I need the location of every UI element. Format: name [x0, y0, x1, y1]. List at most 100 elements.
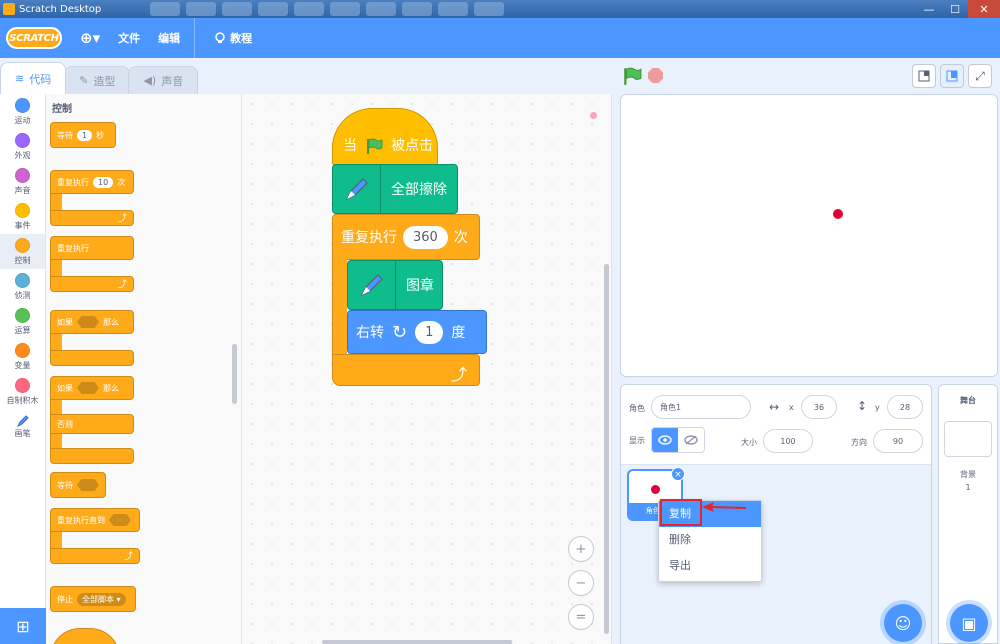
condition-slot[interactable] — [109, 514, 131, 526]
sprite-name-input[interactable]: 角色1 — [651, 395, 751, 419]
repeat-until-block[interactable]: 重复执行直到 ⤴ — [50, 508, 140, 564]
maximize-button[interactable]: ☐ — [942, 0, 968, 18]
stop-block[interactable]: 停止 全部脚本 ▾ — [50, 586, 136, 612]
condition-slot[interactable] — [77, 479, 99, 491]
if-then-block[interactable]: 如果 那么 — [50, 310, 134, 366]
category-motion[interactable]: 运动 — [0, 94, 45, 129]
sprite-indicator — [590, 112, 597, 119]
tutorials-label: 教程 — [230, 32, 253, 45]
tab-costumes[interactable]: ✎ 造型 — [64, 66, 131, 94]
turn-degrees-input[interactable]: 1 — [415, 320, 444, 344]
palette-scrollbar[interactable] — [232, 344, 237, 404]
category-dot — [15, 307, 30, 323]
size-label: 大小 — [741, 438, 757, 447]
workspace-vertical-scrollbar[interactable] — [604, 264, 609, 634]
file-menu[interactable]: 文件 — [118, 30, 140, 46]
image-add-icon: ▣ — [961, 613, 977, 633]
show-eye-icon[interactable] — [652, 428, 678, 452]
tab-code-label: 代码 — [29, 72, 52, 86]
context-delete[interactable]: 删除 — [659, 527, 761, 553]
palette-section-title: 控制 — [52, 104, 72, 115]
pen-clear-block[interactable]: 全部擦除 — [332, 164, 458, 214]
sprite-name-label: 角色 — [629, 404, 645, 413]
green-flag-icon[interactable] — [622, 66, 642, 86]
delete-sprite-icon[interactable]: × — [671, 467, 685, 481]
category-looks[interactable]: 外观 — [0, 129, 45, 164]
condition-slot[interactable] — [77, 316, 99, 328]
edit-menu[interactable]: 编辑 — [158, 30, 180, 46]
tab-code[interactable]: ≋ 代码 — [0, 62, 67, 94]
category-sensing[interactable]: 侦测 — [0, 269, 45, 304]
code-icon: ≋ — [15, 72, 25, 85]
category-operators[interactable]: 运算 — [0, 304, 45, 339]
category-dot — [15, 272, 30, 288]
repeat-block[interactable]: 重复执行 360 次 — [332, 214, 480, 260]
choose-backdrop-button[interactable]: ▣ — [950, 604, 988, 642]
wait-until-block[interactable]: 等待 — [50, 472, 106, 498]
add-extension-icon: ⊞ — [16, 616, 30, 636]
wait-seconds-input[interactable]: 1 — [77, 129, 93, 141]
condition-slot[interactable] — [77, 382, 99, 394]
menu-bar: SCRATCH ⊕▾ 文件 编辑 教程 — [0, 18, 1000, 58]
category-events[interactable]: 事件 — [0, 199, 45, 234]
add-extension-button[interactable]: ⊞ — [0, 608, 46, 644]
code-workspace[interactable]: 当 被点击 全部擦除 重复执行 360 次 图章 右转 ↻ 1 度 ⤴ + − … — [242, 94, 612, 644]
zoom-in-button[interactable]: + — [568, 536, 594, 562]
direction-input[interactable]: 90 — [873, 429, 923, 453]
tab-costumes-label: 造型 — [93, 74, 116, 88]
category-my-blocks[interactable]: 自制积木 — [0, 374, 45, 409]
small-stage-button[interactable] — [912, 64, 936, 88]
large-stage-button[interactable] — [940, 64, 964, 88]
wait-block[interactable]: 等待 1 秒 — [50, 122, 116, 148]
tutorials-menu[interactable]: 教程 — [213, 30, 252, 46]
forever-block[interactable]: 重复执行 ⤴ — [50, 236, 134, 292]
category-pen[interactable]: 画笔 — [0, 409, 45, 444]
highlight-annotation-box — [660, 499, 702, 526]
tab-sounds[interactable]: ◀) 声音 — [128, 66, 199, 94]
close-button[interactable]: ✕ — [968, 0, 1000, 18]
x-input[interactable]: 36 — [801, 395, 837, 419]
if-else-block[interactable]: 如果 那么 否则 — [50, 376, 134, 464]
sprite-on-stage[interactable] — [833, 209, 843, 219]
language-menu[interactable]: ⊕▾ — [80, 29, 100, 47]
brush-icon: ✎ — [79, 74, 89, 87]
scratch-logo[interactable]: SCRATCH — [6, 27, 62, 49]
category-variables[interactable]: 变量 — [0, 339, 45, 374]
lightbulb-icon — [215, 32, 225, 43]
category-dot — [15, 237, 30, 253]
fullscreen-icon: ⤢ — [975, 68, 985, 83]
stop-option-dropdown[interactable]: 全部脚本 ▾ — [77, 592, 126, 606]
zoom-reset-button[interactable]: = — [568, 604, 594, 630]
stage-thumbnail[interactable] — [944, 421, 992, 457]
next-hat-block[interactable] — [50, 628, 120, 644]
category-sound[interactable]: 声音 — [0, 164, 45, 199]
workspace-horizontal-scrollbar[interactable] — [322, 640, 512, 644]
green-flag-icon — [367, 138, 383, 154]
when-flag-clicked-block[interactable]: 当 被点击 — [332, 108, 438, 166]
category-dot — [15, 342, 30, 358]
size-input[interactable]: 100 — [763, 429, 813, 453]
fullscreen-button[interactable]: ⤢ — [968, 64, 992, 88]
context-export[interactable]: 导出 — [659, 553, 761, 579]
category-control[interactable]: 控制 — [0, 234, 45, 269]
repeat-block[interactable]: 重复执行 10 次 ⤴ — [50, 170, 134, 226]
window-title: Scratch Desktop — [19, 3, 102, 15]
stop-icon[interactable] — [648, 68, 663, 83]
scratch-app-icon — [3, 3, 15, 15]
backdrop-count: 1 — [965, 483, 971, 492]
pen-stamp-block[interactable]: 图章 — [347, 260, 443, 310]
y-input[interactable]: 28 — [887, 395, 923, 419]
minimize-button[interactable]: — — [916, 0, 942, 18]
stage-canvas[interactable] — [620, 94, 998, 377]
turn-right-block[interactable]: 右转 ↻ 1 度 — [347, 310, 487, 354]
zoom-out-button[interactable]: − — [568, 570, 594, 596]
direction-label: 方向 — [851, 438, 867, 447]
repeat-count-input[interactable]: 10 — [93, 176, 114, 188]
show-label: 显示 — [629, 436, 645, 445]
block-palette: 控制 等待 1 秒 重复执行 10 次 ⤴ 重复执行 ⤴ 如果 那么 如果 那么 否则 … — [46, 94, 242, 644]
x-label: x — [789, 403, 794, 412]
repeat-count-input[interactable]: 360 — [403, 225, 448, 249]
choose-sprite-button[interactable]: ☺ — [884, 604, 922, 642]
hide-eye-icon[interactable] — [678, 428, 704, 452]
loop-arrow-icon: ⤴ — [50, 548, 140, 564]
